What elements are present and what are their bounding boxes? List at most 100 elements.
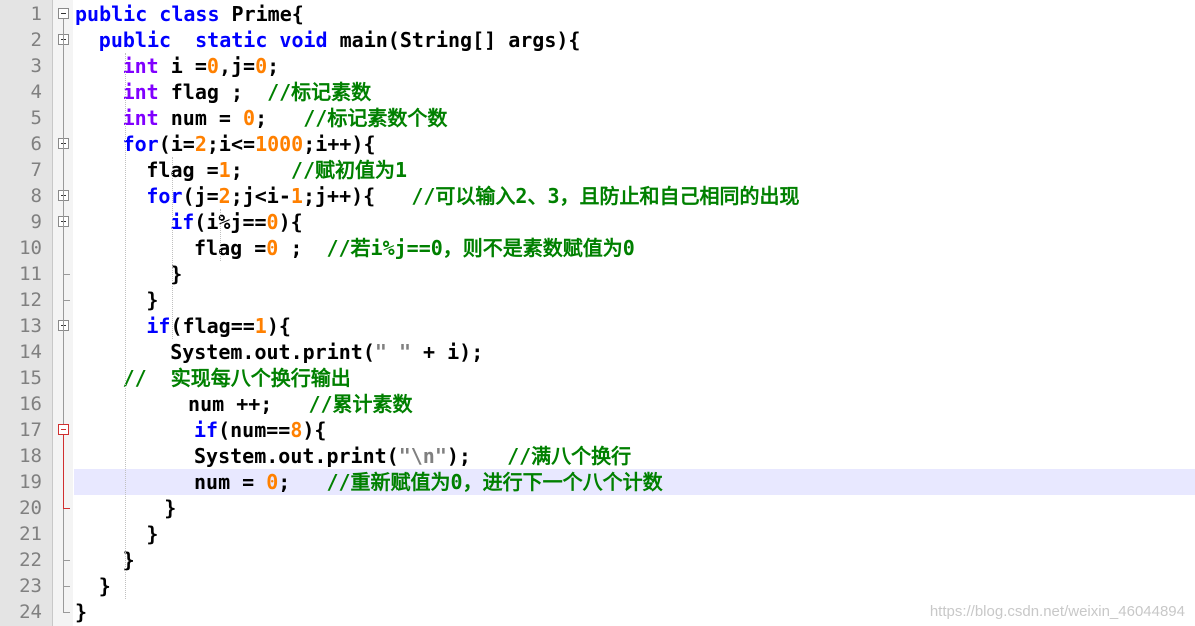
line-number: 9 (30, 211, 42, 233)
code-token: System.out.print( (170, 340, 375, 364)
code-text[interactable]: // 实现每八个换行输出 (123, 365, 351, 391)
code-text[interactable]: int i =0,j=0; (123, 53, 280, 79)
fold-end-marker (63, 612, 70, 613)
code-token: ,j= (218, 54, 256, 78)
code-line[interactable]: 8 for(j=2;j<i-1;j++){ //可以输入2、3，且防止和自己相同的… (0, 183, 1195, 209)
code-editor[interactable]: 1 public class Prime{2 public static void … (0, 0, 1195, 626)
code-text[interactable]: int num = 0; //标记素数个数 (123, 105, 448, 131)
line-number: 10 (19, 237, 42, 259)
code-line[interactable]: 1 public class Prime{ (0, 1, 1195, 27)
code-token: 0 (266, 236, 279, 260)
code-token: " " (374, 340, 412, 364)
code-text[interactable]: int flag ; //标记素数 (123, 79, 372, 105)
fold-line (63, 435, 64, 508)
fold-end-marker (63, 300, 70, 301)
code-text[interactable]: for(i=2;i<=1000;i++){ (123, 131, 376, 157)
fold-end-marker (63, 560, 70, 561)
code-text[interactable]: num = 0; //重新赋值为0，进行下一个八个计数 (194, 469, 663, 495)
code-text[interactable]: } (99, 573, 111, 599)
code-token: flag ; (170, 80, 268, 104)
fold-end-marker (63, 586, 70, 587)
line-number: 24 (19, 601, 42, 623)
line-number: 16 (19, 393, 42, 415)
fold-end-marker (63, 508, 70, 509)
code-token: if (194, 418, 219, 442)
code-token: ; (278, 236, 327, 260)
code-line[interactable]: 17 if(num==8){ (0, 417, 1195, 443)
code-token: //可以输入2、3，且防止和自己相同的出现 (411, 184, 800, 208)
code-text[interactable]: } (164, 495, 176, 521)
code-token: public static void (98, 28, 340, 52)
code-token: //标记素数个数 (303, 106, 448, 130)
code-line[interactable]: 6 for(i=2;i<=1000;i++){ (0, 131, 1195, 157)
code-token: //满八个换行 (507, 444, 632, 468)
code-token: //赋初值为1 (290, 158, 408, 182)
code-line[interactable]: 3 int i =0,j=0; (0, 53, 1195, 79)
code-token: for (122, 132, 159, 156)
code-token: ){ (266, 314, 291, 338)
code-token: 1 (254, 314, 267, 338)
code-text[interactable]: if(num==8){ (194, 417, 326, 443)
code-token: int (122, 54, 171, 78)
code-line[interactable]: 5 int num = 0; //标记素数个数 (0, 105, 1195, 131)
code-token: if (170, 210, 195, 234)
code-text[interactable]: for(j=2;j<i-1;j++){ //可以输入2、3，且防止和自己相同的出… (146, 183, 799, 209)
code-text[interactable]: flag =0 ; //若i%j==0，则不是素数赋值为0 (194, 235, 635, 261)
code-token: System.out.print( (194, 444, 399, 468)
code-token: ); (446, 444, 508, 468)
code-token: //重新赋值为0，进行下一个八个计数 (326, 470, 663, 494)
code-line[interactable]: 15 // 实现每八个换行输出 (0, 365, 1195, 391)
code-text[interactable]: } (146, 521, 158, 547)
code-token: flag = (146, 158, 219, 182)
code-line[interactable]: 16 num ++; //累计素数 (0, 391, 1195, 417)
line-number: 19 (19, 471, 42, 493)
code-line[interactable]: 23} (0, 573, 1195, 599)
code-token: num = (170, 106, 244, 130)
code-token: "\n" (398, 444, 447, 468)
code-token: } (75, 600, 88, 624)
code-line[interactable]: 20} (0, 495, 1195, 521)
fold-collapse-icon[interactable] (58, 8, 69, 19)
code-line[interactable]: 7 flag =1; //赋初值为1 (0, 157, 1195, 183)
code-token: //标记素数 (267, 80, 372, 104)
line-number: 3 (30, 55, 42, 77)
code-token: (j= (182, 184, 219, 208)
code-text[interactable]: if(i%j==0){ (170, 209, 302, 235)
code-line[interactable]: 19 num = 0; //重新赋值为0，进行下一个八个计数 (0, 469, 1195, 495)
code-text[interactable]: num ++; //累计素数 (188, 391, 413, 417)
code-text[interactable]: if(flag==1){ (146, 313, 291, 339)
code-line[interactable]: 4 int flag ; //标记素数 (0, 79, 1195, 105)
code-text[interactable]: } (146, 287, 158, 313)
code-line[interactable]: 10 flag =0 ; //若i%j==0，则不是素数赋值为0 (0, 235, 1195, 261)
code-token: 0 (206, 54, 219, 78)
code-token: num = (194, 470, 267, 494)
code-line[interactable]: 2 public static void main(String[] args){ (0, 27, 1195, 53)
code-token: 0 (243, 106, 256, 130)
code-line[interactable]: 22} (0, 547, 1195, 573)
code-line[interactable]: 12} (0, 287, 1195, 313)
line-number: 22 (19, 549, 42, 571)
code-line[interactable]: 13 if(flag==1){ (0, 313, 1195, 339)
code-text[interactable]: public static void main(String[] args){ (99, 27, 581, 53)
watermark: https://blog.csdn.net/weixin_46044894 (929, 603, 1185, 620)
code-text[interactable]: } (75, 599, 87, 625)
code-token: } (146, 522, 159, 546)
code-text[interactable]: public class Prime{ (75, 1, 304, 27)
code-token: 0 (266, 470, 279, 494)
code-line[interactable]: 11} (0, 261, 1195, 287)
code-line[interactable]: 9 if(i%j==0){ (0, 209, 1195, 235)
code-line[interactable]: 21} (0, 521, 1195, 547)
indent-guide (124, 53, 126, 599)
code-text[interactable]: flag =1; //赋初值为1 (146, 157, 407, 183)
fold-collapse-icon[interactable] (58, 424, 69, 435)
code-line[interactable]: 14 System.out.print(" " + i); (0, 339, 1195, 365)
line-number: 17 (19, 419, 42, 441)
line-number: 23 (19, 575, 42, 597)
code-line[interactable]: 18 System.out.print("\n"); //满八个换行 (0, 443, 1195, 469)
code-text[interactable]: System.out.print(" " + i); (170, 339, 483, 365)
code-text[interactable]: System.out.print("\n"); //满八个换行 (194, 443, 631, 469)
code-token: 1000 (255, 132, 304, 156)
code-token: public class (75, 2, 232, 26)
line-number: 12 (19, 289, 42, 311)
code-token: 1 (290, 184, 303, 208)
